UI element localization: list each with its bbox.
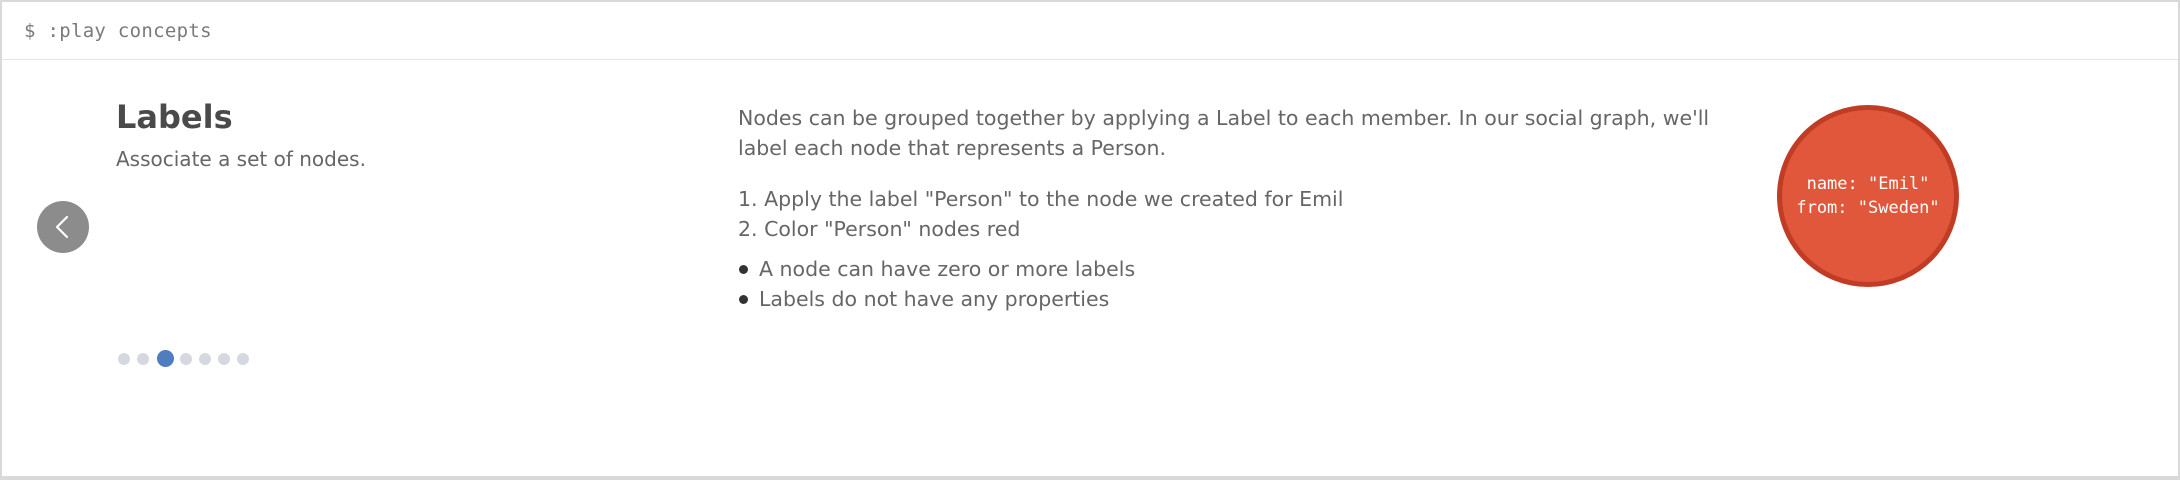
pagination-dot[interactable] (137, 352, 149, 365)
node-property-from: from: "Sweden" (1796, 198, 1940, 218)
guide-frame: $ :play concepts Labels Associate a set … (0, 0, 2180, 480)
bullet-icon (739, 295, 748, 304)
graph-node-emil[interactable]: name: "Emil" from: "Sweden" (1777, 105, 1959, 287)
command-text[interactable]: $ :play concepts (24, 20, 212, 42)
steps-list: 1. Apply the label "Person" to the node … (738, 184, 1738, 244)
note-text: Labels do not have any properties (759, 287, 1110, 311)
note-text: A node can have zero or more labels (759, 257, 1136, 281)
slide-pagination (118, 350, 256, 367)
pagination-dot[interactable] (118, 352, 130, 365)
node-property-name: name: "Emil" (1806, 174, 1930, 194)
pagination-dot[interactable] (199, 352, 211, 365)
pagination-dot[interactable] (237, 352, 249, 365)
pagination-dot[interactable] (218, 352, 230, 365)
bullet-icon (739, 265, 748, 274)
note-item: A node can have zero or more labels (738, 254, 1738, 284)
pagination-dot[interactable] (180, 352, 192, 365)
slide-subtitle: Associate a set of nodes. (116, 147, 366, 171)
slide-title: Labels (116, 98, 233, 136)
command-bar[interactable]: $ :play concepts (2, 2, 2178, 60)
step-item: 2. Color "Person" nodes red (738, 217, 1021, 241)
notes-list: A node can have zero or more labels Labe… (738, 254, 1738, 314)
slide-content: Nodes can be grouped together by applyin… (738, 103, 1738, 314)
chevron-left-icon (52, 214, 74, 240)
step-item: 1. Apply the label "Person" to the node … (738, 187, 1344, 211)
pagination-dot-active[interactable] (157, 350, 174, 367)
previous-slide-button[interactable] (37, 201, 89, 253)
slide-description: Nodes can be grouped together by applyin… (738, 106, 1710, 160)
note-item: Labels do not have any properties (738, 284, 1738, 314)
